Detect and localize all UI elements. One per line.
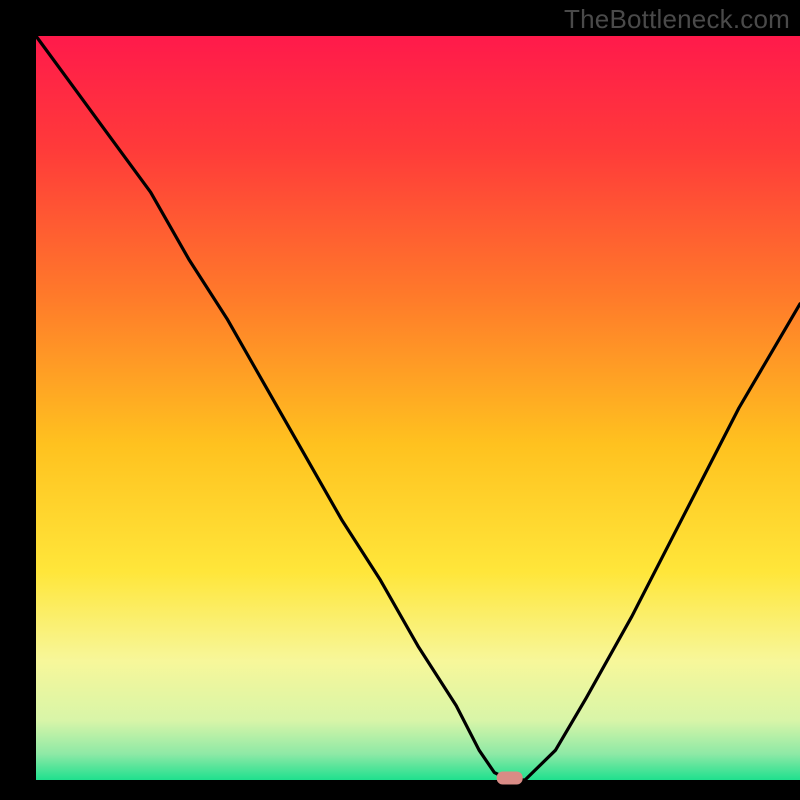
watermark-text: TheBottleneck.com bbox=[564, 4, 790, 35]
plot-background bbox=[36, 36, 800, 780]
optimal-marker bbox=[497, 772, 523, 785]
chart-container: TheBottleneck.com bbox=[0, 0, 800, 800]
bottleneck-chart bbox=[0, 0, 800, 800]
